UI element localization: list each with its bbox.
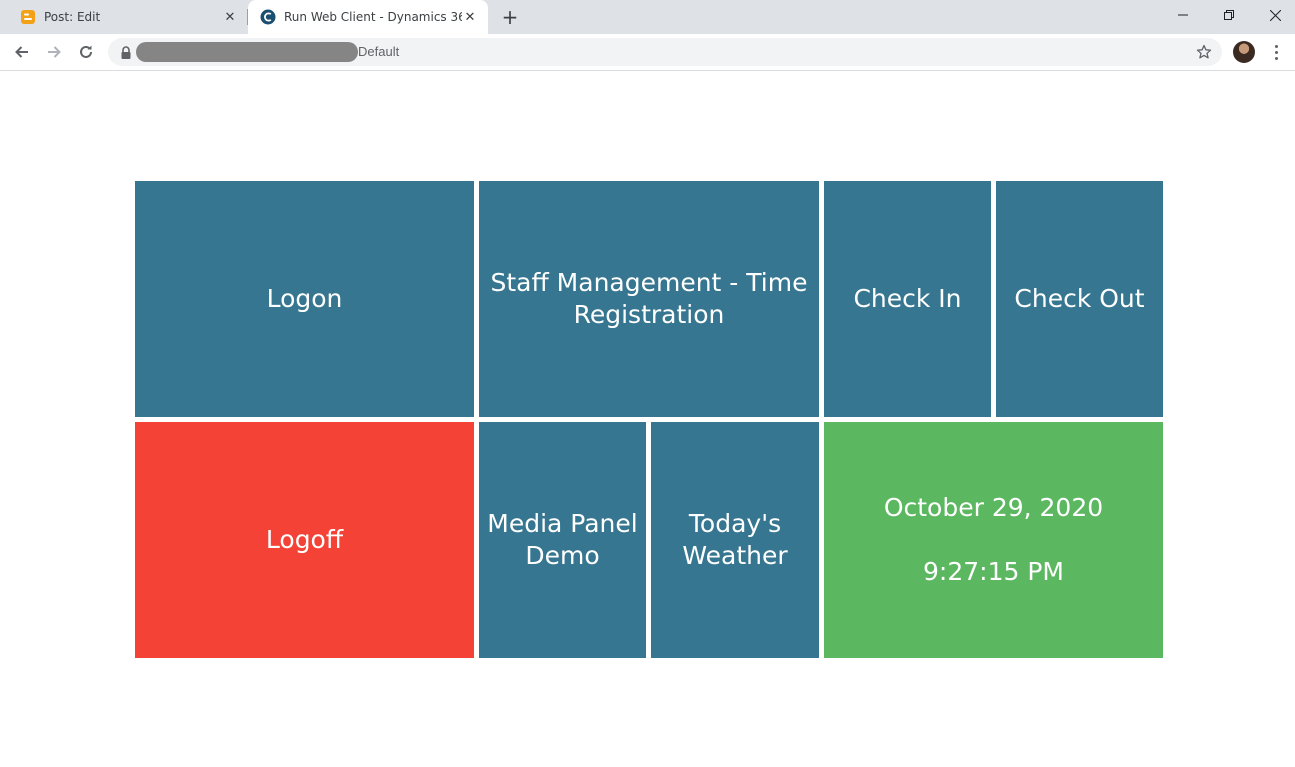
browser-toolbar: Default <box>0 34 1295 71</box>
date-display: October 29, 2020 <box>883 493 1104 522</box>
logoff-tile[interactable]: Logoff <box>135 422 474 658</box>
browser-tab-post-edit[interactable]: Post: Edit ✕ <box>8 0 248 34</box>
bookmark-star-icon[interactable] <box>1194 42 1214 62</box>
lock-icon <box>120 45 132 59</box>
weather-label: Today's Weather <box>682 509 788 570</box>
todays-weather-tile[interactable]: Today's Weather <box>651 422 819 658</box>
close-tab-icon[interactable]: ✕ <box>222 9 238 25</box>
logon-label: Logon <box>266 284 343 313</box>
minimize-icon[interactable] <box>1160 0 1206 30</box>
back-arrow-icon[interactable] <box>8 38 36 66</box>
close-tab-icon[interactable]: ✕ <box>462 9 478 25</box>
reload-icon[interactable] <box>72 38 100 66</box>
check-in-tile[interactable]: Check In <box>824 181 991 417</box>
url-text: Default <box>358 44 400 59</box>
logon-tile[interactable]: Logon <box>135 181 474 417</box>
web-client-icon <box>260 9 276 25</box>
address-bar[interactable]: Default <box>108 38 1222 66</box>
logoff-label: Logoff <box>265 525 344 554</box>
more-menu-icon[interactable] <box>1266 42 1286 62</box>
tab-title: Run Web Client - Dynamics 365 B <box>284 10 462 24</box>
browser-tab-run-web-client[interactable]: Run Web Client - Dynamics 365 B ✕ <box>248 0 488 34</box>
close-window-icon[interactable] <box>1252 0 1295 30</box>
media-panel-label: Media Panel Demo <box>487 509 638 570</box>
staff-management-label: Staff Management - Time Registration <box>490 268 808 329</box>
check-out-label: Check Out <box>1014 284 1145 313</box>
restore-icon[interactable] <box>1206 0 1252 30</box>
redacted-url <box>136 42 358 62</box>
browser-tab-strip: Post: Edit ✕ Run Web Client - Dynamics 3… <box>0 0 1295 34</box>
time-display: 9:27:15 PM <box>923 557 1064 586</box>
check-in-label: Check In <box>853 284 962 313</box>
date-time-tile: October 29, 2020 9:27:15 PM <box>824 422 1163 658</box>
check-out-tile[interactable]: Check Out <box>996 181 1163 417</box>
staff-management-tile[interactable]: Staff Management - Time Registration <box>479 181 819 417</box>
forward-arrow-icon[interactable] <box>40 38 68 66</box>
profile-avatar[interactable] <box>1233 41 1255 63</box>
new-tab-icon[interactable]: + <box>498 5 522 29</box>
blogger-icon <box>20 9 36 25</box>
tab-title: Post: Edit <box>44 10 101 24</box>
media-panel-demo-tile[interactable]: Media Panel Demo <box>479 422 646 658</box>
